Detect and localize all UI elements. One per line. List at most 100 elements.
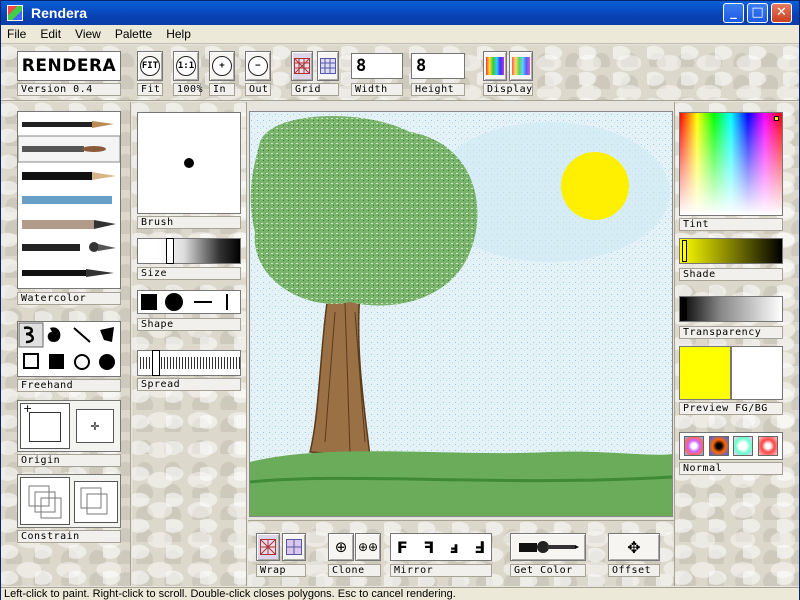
origin-center-button[interactable]: ✛ xyxy=(76,409,114,443)
grid-height-input[interactable]: 8 xyxy=(411,53,465,79)
blend-normal-icon[interactable] xyxy=(684,436,705,456)
display-mode-1-button[interactable] xyxy=(483,51,507,81)
transparency-marker[interactable] xyxy=(682,298,687,320)
polygon-icon xyxy=(100,327,114,342)
shape-selector[interactable] xyxy=(137,290,241,314)
minus-icon: − xyxy=(248,56,268,76)
zoom-out-button[interactable]: − xyxy=(245,51,271,81)
display-mode-2-button[interactable] xyxy=(509,51,533,81)
round-tip-icon xyxy=(165,293,183,311)
logo-text: RENDERA xyxy=(21,56,117,76)
zoom-100-button[interactable]: 1:1 xyxy=(173,51,199,81)
shape-options-graphic xyxy=(141,293,228,311)
zoom-in-button[interactable]: + xyxy=(209,51,235,81)
brush-preview xyxy=(137,112,241,214)
menu-bar: File Edit View Palette Help xyxy=(1,25,799,44)
origin-corner-icon: + xyxy=(23,402,33,415)
origin-selector[interactable]: + ✛ xyxy=(17,400,121,452)
shape-tool-grid[interactable] xyxy=(17,321,121,377)
size-slider[interactable] xyxy=(137,238,241,264)
close-button[interactable]: ✕ xyxy=(771,3,792,23)
brush-tip-list[interactable] xyxy=(17,111,121,289)
status-bar: Left-click to paint. Right-click to scro… xyxy=(1,587,799,600)
title-bar[interactable]: Rendera _ □ ✕ xyxy=(1,1,799,25)
one-to-one-icon: 1:1 xyxy=(176,56,196,76)
wrap-off-button[interactable] xyxy=(282,533,306,561)
shade-marker[interactable] xyxy=(682,240,687,262)
grid-width-input[interactable]: 8 xyxy=(351,53,403,79)
brush-type-label: Watercolor xyxy=(17,292,121,305)
wrap-on-button[interactable] xyxy=(256,533,280,561)
bottom-toolbar: Wrap ⊕ ⊕⊕ Clone F ꟻ ⅎ Ⅎ Mirror Get Color… xyxy=(248,520,674,586)
get-color-button[interactable] xyxy=(510,533,586,561)
shape-tools-graphic xyxy=(18,322,115,370)
tint-marker[interactable] xyxy=(774,116,779,121)
minimize-button[interactable]: _ xyxy=(723,3,744,23)
rect-fill-icon xyxy=(49,354,64,369)
line-icon xyxy=(73,327,91,343)
mirror-selector[interactable]: F ꟻ ⅎ Ⅎ xyxy=(390,533,492,561)
grid-square-button[interactable] xyxy=(317,51,339,81)
plus-icon: + xyxy=(212,56,232,76)
grid-toggle-button[interactable] xyxy=(291,51,313,81)
grid-height-value: 8 xyxy=(416,56,427,76)
blend-lighten-icon[interactable] xyxy=(733,436,754,456)
blend-mode-selector[interactable] xyxy=(679,432,783,460)
constrain-on-button[interactable] xyxy=(74,481,118,523)
menu-view[interactable]: View xyxy=(69,27,109,41)
origin-corner-button[interactable]: + xyxy=(20,402,70,449)
size-label: Size xyxy=(137,267,241,280)
wrap-square-icon xyxy=(286,539,302,555)
paint-canvas[interactable] xyxy=(249,111,673,517)
menu-file[interactable]: File xyxy=(1,27,34,41)
spread-slider[interactable] xyxy=(137,350,241,376)
zoom-fit-button[interactable]: FIT xyxy=(137,51,163,81)
color-panel: Tint Shade Transparency Preview FG/BG No… xyxy=(674,102,799,586)
grid-label: Grid xyxy=(291,83,339,96)
grid-icon xyxy=(294,58,310,74)
origin-label: Origin xyxy=(17,454,121,467)
spread-slider-handle[interactable] xyxy=(152,350,160,376)
menu-palette[interactable]: Palette xyxy=(109,27,160,41)
version-label: Version 0.4 xyxy=(17,83,121,96)
constrain-lock-icon xyxy=(80,487,108,515)
maximize-button[interactable]: □ xyxy=(747,3,768,23)
clone-single-button[interactable]: ⊕ xyxy=(328,533,354,561)
mirror-label: Mirror xyxy=(390,564,492,577)
sun xyxy=(561,152,629,220)
shade-slider[interactable] xyxy=(679,238,783,264)
app-icon xyxy=(7,5,23,21)
brush-label: Brush xyxy=(137,216,241,229)
blend-colorize-icon[interactable] xyxy=(757,436,778,456)
constrain-off-button[interactable] xyxy=(20,477,70,525)
brush-dot xyxy=(184,158,194,168)
palette-icon xyxy=(486,57,504,75)
zoom-in-label: In xyxy=(209,83,235,96)
crosshair-double-icon: ⊕⊕ xyxy=(357,540,379,554)
background-swatch[interactable] xyxy=(731,346,783,400)
grid-width-label: Width xyxy=(351,83,403,96)
blend-mode-label: Normal xyxy=(679,462,783,475)
square-tip-icon xyxy=(141,294,157,310)
zoom-out-label: Out xyxy=(245,83,271,96)
offset-button[interactable]: ✥ xyxy=(608,533,660,561)
palette-dither-icon xyxy=(512,57,530,75)
constrain-free-icon xyxy=(28,485,62,519)
tint-picker[interactable] xyxy=(679,112,783,216)
size-slider-handle[interactable] xyxy=(166,238,174,264)
get-color-label: Get Color xyxy=(510,564,586,577)
brush-tips-graphic xyxy=(17,121,121,277)
brush-options-panel: Brush Size Shape Spread xyxy=(132,102,247,586)
menu-edit[interactable]: Edit xyxy=(34,27,69,41)
transparency-slider[interactable] xyxy=(679,296,783,322)
rendera-logo: RENDERA xyxy=(17,51,121,81)
menu-help[interactable]: Help xyxy=(160,27,199,41)
zoom-100-label: 100% xyxy=(173,83,203,96)
clone-multi-button[interactable]: ⊕⊕ xyxy=(355,533,381,561)
foreground-swatch[interactable] xyxy=(679,346,731,400)
canvas-painting xyxy=(249,112,673,516)
constrain-selector[interactable] xyxy=(17,474,121,528)
wrap-grid-icon xyxy=(260,539,276,555)
rect-outline-icon xyxy=(23,353,39,369)
blend-darken-icon[interactable] xyxy=(708,436,729,456)
